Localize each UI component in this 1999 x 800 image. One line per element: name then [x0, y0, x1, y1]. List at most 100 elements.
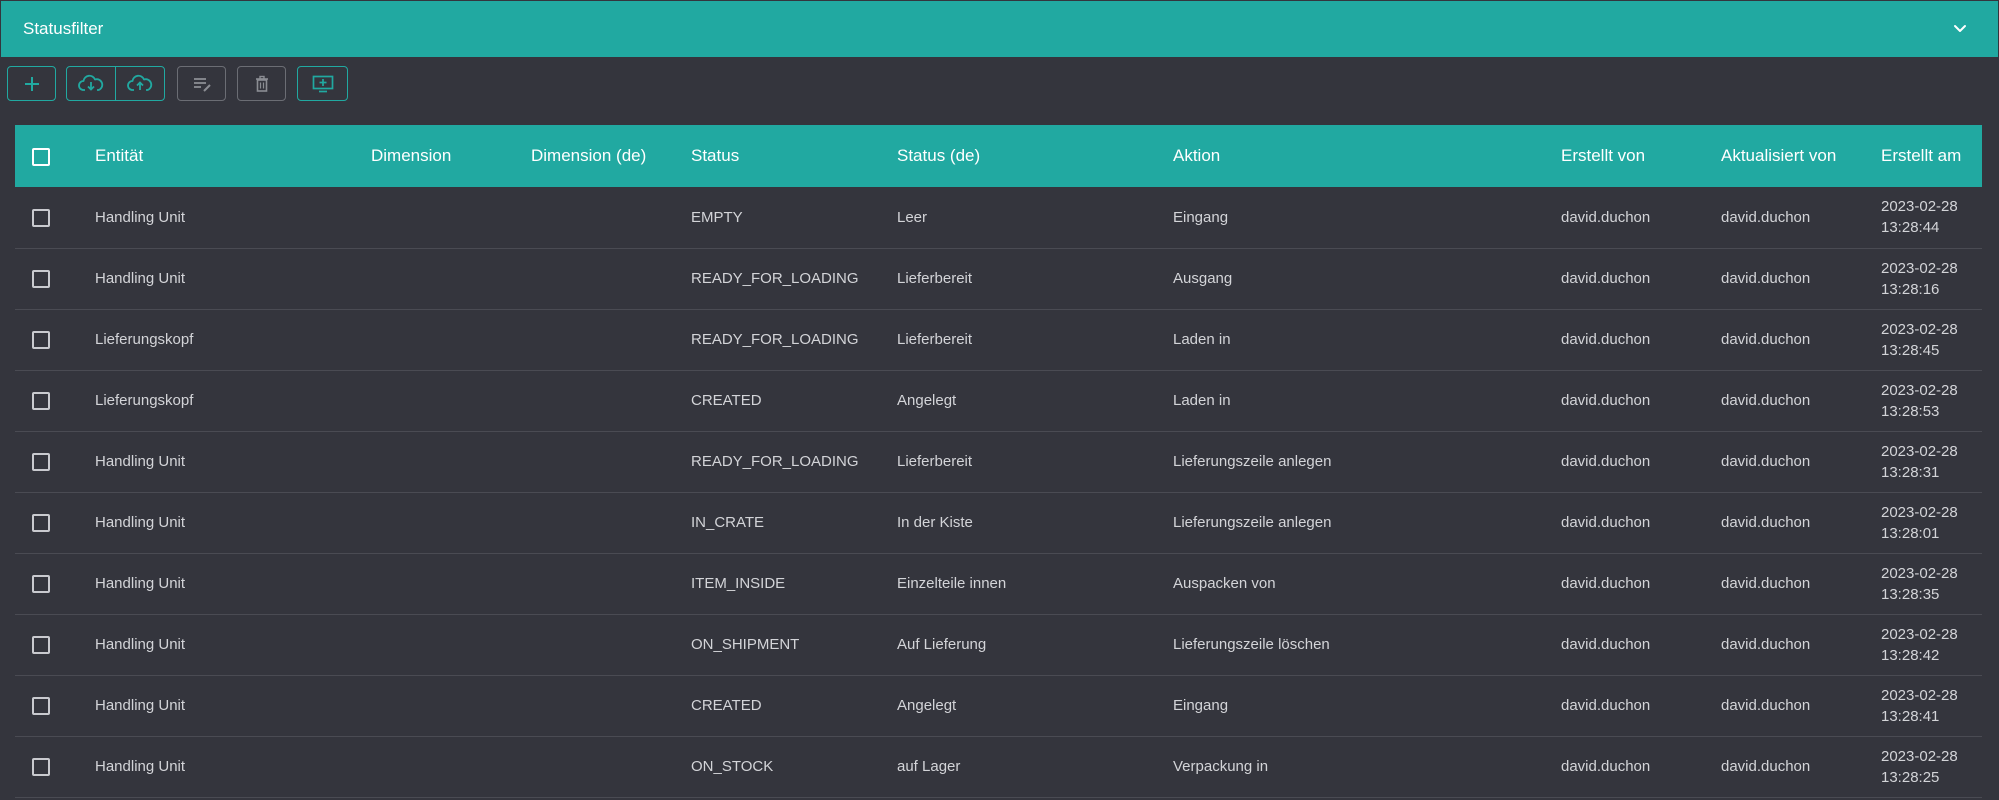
table-row[interactable]: Handling Unit READY_FOR_LOADING Lieferbere… [15, 431, 1982, 492]
cell-entity: Handling Unit [95, 758, 186, 775]
cell-status-de: Lieferbereit [897, 331, 973, 348]
add-screen-icon [312, 75, 333, 92]
cell-status: READY_FOR_LOADING [691, 331, 859, 348]
cell-dimension-de [531, 309, 691, 370]
row-checkbox[interactable] [32, 514, 50, 533]
edit-button[interactable] [177, 66, 226, 101]
statusfilter-panel-header[interactable]: Statusfilter [1, 1, 1998, 57]
cell-created-at: 2023-02-28 13:28:41 [1881, 675, 1982, 736]
cell-created-at: 2023-02-28 13:28:01 [1881, 492, 1982, 553]
table-row[interactable]: Handling Unit CREATED Angelegt Eingang david… [15, 675, 1982, 736]
row-select-cell [15, 431, 95, 492]
cell-dimension [371, 431, 531, 492]
cell-status: CREATED [691, 392, 762, 409]
row-select-cell [15, 675, 95, 736]
cell-updated-by: david.duchon [1721, 453, 1811, 470]
delete-button[interactable] [237, 66, 286, 101]
created-time: 13:28:53 [1881, 402, 1940, 420]
table-row[interactable]: Handling Unit IN_CRATE In der Kiste Lieferu… [15, 492, 1982, 553]
created-date: 2023-02-28 [1881, 381, 1958, 399]
created-date: 2023-02-28 [1881, 259, 1958, 277]
cell-status: CREATED [691, 697, 762, 714]
table-row[interactable]: Handling Unit ON_STOCK auf Lager Verpackung… [15, 736, 1982, 797]
row-checkbox[interactable] [32, 575, 50, 594]
created-date: 2023-02-28 [1881, 198, 1958, 216]
cell-dimension-de [531, 675, 691, 736]
column-header-dimension[interactable]: Dimension [371, 125, 531, 187]
cell-status-de: Auf Lieferung [897, 636, 987, 653]
cell-action: Eingang [1173, 208, 1229, 226]
cell-action: Ausgang [1173, 270, 1233, 287]
cell-entity: Lieferungskopf [95, 331, 194, 348]
cloud-download-icon [78, 74, 104, 91]
cell-created-at: 2023-02-28 13:28:25 [1881, 736, 1982, 797]
cell-dimension [371, 736, 531, 797]
row-checkbox[interactable] [32, 453, 50, 472]
column-header-status[interactable]: Status [691, 125, 897, 187]
cell-created-by: david.duchon [1561, 331, 1651, 348]
add-screen-button[interactable] [297, 66, 348, 101]
cell-status: EMPTY [691, 208, 743, 226]
cell-created-by: david.duchon [1561, 758, 1651, 775]
table-row[interactable]: Lieferungskopf READY_FOR_LOADING Lieferber… [15, 309, 1982, 370]
created-time: 13:28:35 [1881, 585, 1940, 603]
created-date: 2023-02-28 [1881, 442, 1958, 460]
row-checkbox[interactable] [32, 758, 50, 777]
row-select-cell [15, 248, 95, 309]
column-header-updated-by[interactable]: Aktualisiert von [1721, 125, 1881, 187]
table-row[interactable]: Handling Unit ON_SHIPMENT Auf Lieferung Lie… [15, 614, 1982, 675]
cell-dimension-de [531, 187, 691, 248]
table-row[interactable]: Handling Unit READY_FOR_LOADING Lieferbere… [15, 248, 1982, 309]
cell-updated-by: david.duchon [1721, 392, 1811, 409]
chevron-down-icon[interactable] [1950, 19, 1970, 39]
row-checkbox[interactable] [32, 392, 50, 411]
upload-button[interactable] [115, 67, 163, 100]
row-select-cell [15, 553, 95, 614]
cell-entity: Handling Unit [95, 208, 186, 226]
column-header-created-by[interactable]: Erstellt von [1561, 125, 1721, 187]
row-select-cell [15, 370, 95, 431]
panel-title: Statusfilter [23, 19, 104, 38]
cell-updated-by: david.duchon [1721, 575, 1811, 592]
cell-status-de: Lieferbereit [897, 270, 973, 287]
add-button[interactable] [7, 66, 56, 101]
row-checkbox[interactable] [32, 331, 50, 350]
cell-created-at: 2023-02-28 13:28:45 [1881, 309, 1982, 370]
row-checkbox[interactable] [32, 636, 50, 655]
cell-created-by: david.duchon [1561, 208, 1651, 226]
created-time: 13:28:25 [1881, 768, 1940, 786]
created-time: 13:28:41 [1881, 707, 1940, 725]
cell-status: ON_STOCK [691, 758, 774, 775]
row-checkbox[interactable] [32, 208, 50, 227]
column-header-action[interactable]: Aktion [1173, 125, 1561, 187]
table-row[interactable]: Handling Unit ITEM_INSIDE Einzelteile inne… [15, 553, 1982, 614]
column-header-dimension-de[interactable]: Dimension (de) [531, 125, 691, 187]
row-checkbox[interactable] [32, 697, 50, 716]
row-checkbox[interactable] [32, 270, 50, 289]
cell-status: READY_FOR_LOADING [691, 453, 859, 470]
column-header-status-de[interactable]: Status (de) [897, 125, 1173, 187]
cell-updated-by: david.duchon [1721, 514, 1811, 531]
cell-status: ON_SHIPMENT [691, 636, 800, 653]
cell-dimension-de [531, 431, 691, 492]
select-all-checkbox[interactable] [32, 147, 50, 166]
cell-status-de: Angelegt [897, 697, 957, 714]
cell-created-at: 2023-02-28 13:28:42 [1881, 614, 1982, 675]
cell-created-by: david.duchon [1561, 453, 1651, 470]
cell-status-de: Lieferbereit [897, 453, 973, 470]
column-header-entity[interactable]: Entität [95, 125, 371, 187]
cell-created-by: david.duchon [1561, 575, 1651, 592]
import-export-group [66, 66, 165, 101]
created-time: 13:28:31 [1881, 463, 1940, 481]
column-header-created-at[interactable]: Erstellt am [1881, 125, 1982, 187]
cell-status: READY_FOR_LOADING [691, 270, 859, 287]
cell-dimension [371, 614, 531, 675]
cell-dimension [371, 675, 531, 736]
cell-action: Auspacken von [1173, 575, 1276, 592]
cell-entity: Handling Unit [95, 636, 186, 653]
download-button[interactable] [67, 67, 115, 100]
table-row[interactable]: Lieferungskopf CREATED Angelegt Laden in dav… [15, 370, 1982, 431]
select-all-cell [15, 125, 95, 187]
cell-updated-by: david.duchon [1721, 697, 1811, 714]
table-row[interactable]: Handling Unit EMPTY Leer Eingang david.ducho… [15, 187, 1982, 248]
